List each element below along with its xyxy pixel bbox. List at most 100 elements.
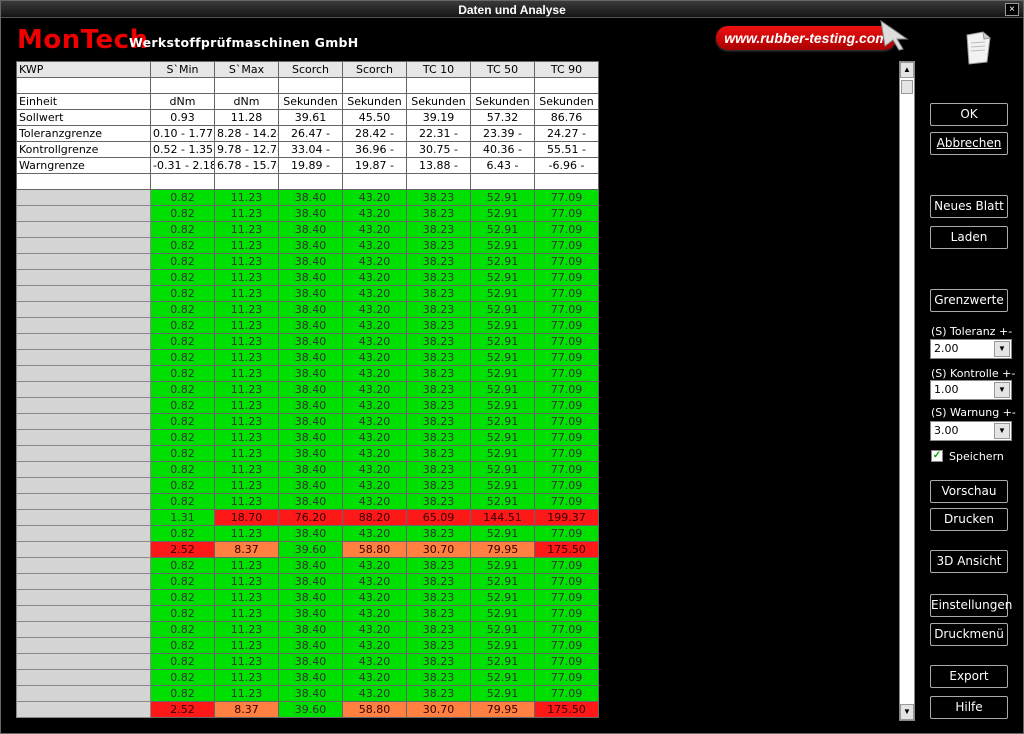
chevron-down-icon[interactable]: ▼ — [994, 341, 1010, 357]
data-cell[interactable]: 77.09 — [534, 525, 599, 542]
data-cell[interactable]: 0.82 — [150, 253, 215, 270]
data-cell[interactable]: 0.82 — [150, 525, 215, 542]
info-cell[interactable]: 8.28 - 14.28 — [214, 125, 279, 142]
table-row[interactable]: 2.52 8.37 39.60 58.80 30.70 79.95 175.50 — [16, 541, 599, 558]
row-label-cell[interactable] — [16, 381, 151, 398]
data-cell[interactable]: 2.52 — [150, 541, 215, 558]
data-cell[interactable]: 77.09 — [534, 397, 599, 414]
tolerance-select[interactable]: 2.00 ▼ — [930, 339, 1012, 359]
data-cell[interactable]: 38.23 — [406, 317, 471, 334]
data-cell[interactable]: 38.23 — [406, 493, 471, 510]
data-cell[interactable]: 11.23 — [214, 317, 279, 334]
data-cell[interactable]: 77.09 — [534, 205, 599, 222]
scroll-thumb[interactable] — [901, 80, 913, 94]
data-cell[interactable]: 11.23 — [214, 397, 279, 414]
data-cell[interactable]: 43.20 — [342, 605, 407, 622]
data-cell[interactable]: 0.82 — [150, 461, 215, 478]
data-cell[interactable]: 0.82 — [150, 301, 215, 318]
info-cell[interactable]: Sekunden — [406, 93, 471, 110]
data-cell[interactable]: 11.23 — [214, 221, 279, 238]
empty-cell[interactable] — [214, 77, 279, 94]
data-cell[interactable]: 38.40 — [278, 637, 343, 654]
data-cell[interactable]: 11.23 — [214, 605, 279, 622]
data-cell[interactable]: 11.23 — [214, 653, 279, 670]
data-cell[interactable]: 11.23 — [214, 349, 279, 366]
data-cell[interactable]: 52.91 — [470, 237, 535, 254]
data-cell[interactable]: 30.70 — [406, 541, 471, 558]
table-row[interactable]: 0.82 11.23 38.40 43.20 38.23 52.91 77.09 — [16, 269, 599, 286]
row-label-cell[interactable] — [16, 301, 151, 318]
row-label-cell[interactable] — [16, 557, 151, 574]
data-cell[interactable]: 38.40 — [278, 285, 343, 302]
data-cell[interactable]: 52.91 — [470, 669, 535, 686]
info-cell[interactable]: 6.78 - 15.78 — [214, 157, 279, 174]
chevron-down-icon[interactable]: ▼ — [994, 423, 1010, 439]
data-cell[interactable]: 0.82 — [150, 477, 215, 494]
data-cell[interactable]: 77.09 — [534, 493, 599, 510]
data-cell[interactable]: 58.80 — [342, 541, 407, 558]
warning-select[interactable]: 3.00 ▼ — [930, 421, 1012, 441]
column-header[interactable]: Scorch — [278, 61, 343, 78]
data-cell[interactable]: 52.91 — [470, 381, 535, 398]
info-cell[interactable]: 0.10 - 1.77 — [150, 125, 215, 142]
data-cell[interactable]: 77.09 — [534, 253, 599, 270]
row-label[interactable]: Sollwert — [16, 109, 151, 126]
data-cell[interactable]: 43.20 — [342, 637, 407, 654]
empty-cell[interactable] — [534, 173, 599, 190]
data-cell[interactable]: 52.91 — [470, 189, 535, 206]
data-cell[interactable]: 52.91 — [470, 397, 535, 414]
data-cell[interactable]: 1.31 — [150, 509, 215, 526]
row-label-cell[interactable] — [16, 445, 151, 462]
empty-cell[interactable] — [342, 173, 407, 190]
table-row[interactable]: 0.82 11.23 38.40 43.20 38.23 52.91 77.09 — [16, 221, 599, 238]
data-cell[interactable]: 52.91 — [470, 525, 535, 542]
data-cell[interactable]: 38.23 — [406, 221, 471, 238]
chevron-down-icon[interactable]: ▼ — [994, 382, 1010, 398]
data-cell[interactable]: 0.82 — [150, 621, 215, 638]
website-badge[interactable]: www.rubber-testing.com — [716, 26, 896, 50]
data-cell[interactable]: 11.23 — [214, 493, 279, 510]
data-cell[interactable]: 38.23 — [406, 205, 471, 222]
data-cell[interactable]: 38.23 — [406, 301, 471, 318]
print-button[interactable]: Drucken — [930, 508, 1008, 531]
data-cell[interactable]: 43.20 — [342, 397, 407, 414]
data-cell[interactable]: 38.40 — [278, 621, 343, 638]
data-cell[interactable]: 11.23 — [214, 429, 279, 446]
empty-cell[interactable] — [470, 173, 535, 190]
row-label-cell[interactable] — [16, 269, 151, 286]
data-cell[interactable]: 38.23 — [406, 589, 471, 606]
load-button[interactable]: Laden — [930, 226, 1008, 249]
row-label[interactable]: Toleranzgrenze — [16, 125, 151, 142]
data-cell[interactable]: 77.09 — [534, 413, 599, 430]
data-cell[interactable]: 0.82 — [150, 653, 215, 670]
data-cell[interactable]: 38.40 — [278, 573, 343, 590]
table-row[interactable]: 0.82 11.23 38.40 43.20 38.23 52.91 77.09 — [16, 381, 599, 398]
info-cell[interactable]: 23.39 - — [470, 125, 535, 142]
data-cell[interactable]: 38.23 — [406, 637, 471, 654]
row-label-cell[interactable] — [16, 365, 151, 382]
data-cell[interactable]: 11.23 — [214, 269, 279, 286]
data-cell[interactable]: 43.20 — [342, 557, 407, 574]
data-cell[interactable]: 11.23 — [214, 445, 279, 462]
table-row[interactable]: 1.31 18.70 76.20 88.20 65.09 144.51 199.37 — [16, 509, 599, 526]
data-cell[interactable]: 77.09 — [534, 301, 599, 318]
data-cell[interactable]: 0.82 — [150, 285, 215, 302]
data-cell[interactable]: 38.40 — [278, 381, 343, 398]
empty-cell[interactable] — [150, 77, 215, 94]
vertical-scrollbar[interactable]: ▲ ▼ — [899, 61, 915, 721]
row-label[interactable]: Kontrollgrenze — [16, 141, 151, 158]
data-cell[interactable]: 77.09 — [534, 669, 599, 686]
info-cell[interactable]: 19.87 - — [342, 157, 407, 174]
table-row[interactable]: 0.82 11.23 38.40 43.20 38.23 52.91 77.09 — [16, 637, 599, 654]
data-cell[interactable]: 38.40 — [278, 221, 343, 238]
empty-cell[interactable] — [406, 77, 471, 94]
data-cell[interactable]: 43.20 — [342, 493, 407, 510]
data-cell[interactable]: 0.82 — [150, 685, 215, 702]
info-cell[interactable]: Sekunden — [342, 93, 407, 110]
export-button[interactable]: Export — [930, 665, 1008, 688]
data-cell[interactable]: 52.91 — [470, 301, 535, 318]
data-cell[interactable]: 11.23 — [214, 525, 279, 542]
data-cell[interactable]: 52.91 — [470, 269, 535, 286]
data-cell[interactable]: 0.82 — [150, 605, 215, 622]
row-label-cell[interactable] — [16, 541, 151, 558]
